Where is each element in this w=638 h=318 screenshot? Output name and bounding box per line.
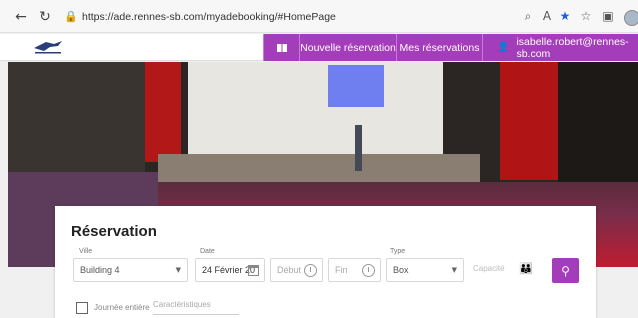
reservation-title: Réservation <box>71 223 157 240</box>
type-label: Type <box>390 248 406 255</box>
ville-label: Ville <box>79 248 93 255</box>
people-icon: 👪 <box>519 262 533 275</box>
calendar-icon <box>248 265 259 276</box>
user-menu[interactable]: 👤 isabelle.robert@rennes-sb.com <box>482 34 638 61</box>
profile-avatar[interactable] <box>624 10 638 26</box>
address-bar[interactable]: 🔒 https://ade.rennes-sb.com/myadebooking… <box>64 6 504 28</box>
capacity-field[interactable]: Capacité <box>473 264 505 273</box>
logo <box>34 41 62 54</box>
chevron-down-icon: ▼ <box>175 266 181 274</box>
app-header: Nouvelle réservation Mes réservations 👤 … <box>0 34 638 61</box>
browser-toolbar: ← ↻ 🔒 https://ade.rennes-sb.com/myadeboo… <box>0 0 638 33</box>
reload-icon[interactable]: ↻ <box>36 8 54 26</box>
collections-icon[interactable]: ▣ <box>600 8 616 24</box>
date-label: Date <box>200 248 215 255</box>
book-button[interactable] <box>263 34 299 61</box>
debut-placeholder: Début <box>277 265 302 275</box>
reservation-card: Réservation Ville Building 4 ▼ Date 24 F… <box>55 206 596 318</box>
clock-icon <box>362 264 375 277</box>
start-time-field[interactable]: Début <box>270 258 323 282</box>
full-day-checkbox[interactable] <box>76 302 88 314</box>
chevron-down-icon: ▼ <box>451 266 457 274</box>
nav-new-booking[interactable]: Nouvelle réservation <box>299 34 396 61</box>
characteristics-input[interactable]: Caractéristiques <box>153 297 239 315</box>
type-select[interactable]: Box ▼ <box>386 258 464 282</box>
ville-value: Building 4 <box>80 265 120 275</box>
user-icon: 👤 <box>497 42 510 53</box>
clock-icon <box>304 264 317 277</box>
url-text: https://ade.rennes-sb.com/myadebooking/#… <box>82 11 336 23</box>
search-button[interactable]: ⚲ <box>552 258 579 283</box>
nav-my-bookings[interactable]: Mes réservations <box>396 34 482 61</box>
fin-placeholder: Fin <box>335 265 348 275</box>
type-value: Box <box>393 265 409 275</box>
favorites-list-icon[interactable]: ☆ <box>578 8 594 24</box>
ville-select[interactable]: Building 4 ▼ <box>73 258 188 282</box>
book-icon <box>276 43 287 52</box>
end-time-field[interactable]: Fin <box>328 258 381 282</box>
full-day-label: Journée entière <box>94 303 150 312</box>
favorite-star-icon[interactable]: ★ <box>557 8 573 24</box>
read-aloud-icon[interactable]: A <box>539 8 555 24</box>
user-email: isabelle.robert@rennes-sb.com <box>516 35 629 60</box>
lock-icon: 🔒 <box>64 10 78 23</box>
search-page-icon[interactable]: ⌕ <box>520 8 536 24</box>
date-field[interactable]: 24 Février 20 <box>195 258 265 282</box>
back-arrow-icon[interactable]: ← <box>12 8 30 26</box>
search-icon: ⚲ <box>561 263 570 278</box>
